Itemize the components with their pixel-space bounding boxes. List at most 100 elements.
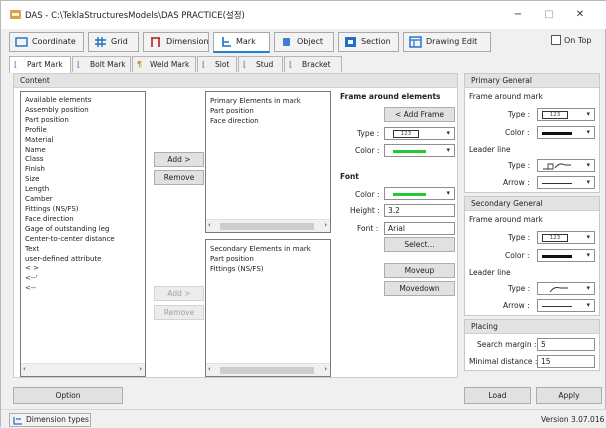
minimize-button[interactable]: − <box>506 6 530 24</box>
tab-drawing-edit[interactable]: Drawing Edit <box>403 32 491 52</box>
height-label: Height : <box>350 206 380 215</box>
list-item[interactable]: Part position <box>206 255 330 265</box>
object-icon <box>280 36 293 48</box>
list-item[interactable]: Part position <box>206 107 330 117</box>
moveup-button[interactable]: Moveup <box>384 263 455 278</box>
list-item[interactable]: < > <box>21 264 145 274</box>
list-item[interactable]: Profile <box>21 126 145 136</box>
movedown-button[interactable]: Movedown <box>384 281 455 296</box>
list-item[interactable]: Center-to-center distance <box>21 235 145 245</box>
tab-coordinate[interactable]: Coordinate <box>9 32 84 52</box>
list-item[interactable]: Available elements <box>21 96 145 106</box>
tab-grid[interactable]: Grid <box>88 32 139 52</box>
secondary-general-panel: Secondary General Frame around mark Type… <box>464 196 600 316</box>
remove-button[interactable]: Remove <box>154 170 204 185</box>
list-item[interactable]: user-defined attribute <box>21 255 145 265</box>
weld-icon: ¶ <box>137 60 143 69</box>
frame-color-select[interactable]: ▾ <box>384 144 455 157</box>
tab-dimension[interactable]: Dimension <box>143 32 209 52</box>
list-item[interactable]: <-- <box>21 284 145 294</box>
tab-section[interactable]: Section <box>338 32 399 52</box>
list-item[interactable]: Face direction <box>21 215 145 225</box>
primary-frame-type-select[interactable]: 123 ▾ <box>537 108 595 121</box>
tab-weld-mark[interactable]: ¶ Weld Mark <box>132 56 196 72</box>
list-item[interactable]: Name <box>21 146 145 156</box>
color-swatch <box>393 193 426 196</box>
load-button[interactable]: Load <box>464 387 531 404</box>
add-button-secondary[interactable]: Add > <box>154 286 204 301</box>
font-color-label: Color : <box>355 190 380 199</box>
frame-type-select[interactable]: 123 ▾ <box>384 127 455 140</box>
height-input[interactable]: 3.2 <box>384 204 455 217</box>
placing-header: Placing <box>465 320 599 334</box>
tab-bolt-mark[interactable]: ⌊ Bolt Mark <box>72 56 131 72</box>
tab-label: Section <box>361 37 391 46</box>
tab-part-mark[interactable]: ⌊ Part Mark <box>9 56 71 73</box>
maximize-button[interactable]: □ <box>537 6 561 24</box>
remove-button-secondary[interactable]: Remove <box>154 305 204 320</box>
primary-color-select[interactable]: ▾ <box>537 126 595 139</box>
font-title: Font <box>340 172 359 181</box>
horizontal-scrollbar[interactable]: ‹ › <box>206 363 330 376</box>
list-item[interactable]: Face direction <box>206 117 330 127</box>
secondary-frame-type-select[interactable]: 123 ▾ <box>537 231 595 244</box>
list-item[interactable]: Secondary Elements in mark <box>206 245 330 255</box>
leader-line-label: Leader line <box>469 268 511 277</box>
close-button[interactable]: ✕ <box>568 6 592 24</box>
available-elements-list[interactable]: Available elements Assembly position Part … <box>20 91 146 377</box>
list-item[interactable]: Part position <box>21 116 145 126</box>
list-item[interactable]: Camber <box>21 195 145 205</box>
tab-mark[interactable]: Mark <box>213 32 270 53</box>
horizontal-scrollbar[interactable]: ‹ › <box>21 363 145 376</box>
secondary-elements-list[interactable]: Secondary Elements in mark Part position F… <box>205 239 331 377</box>
font-color-select[interactable]: ▾ <box>384 187 455 200</box>
drawing-edit-icon <box>409 36 422 48</box>
minimal-distance-input[interactable]: 15 <box>537 355 595 368</box>
secondary-color-select[interactable]: ▾ <box>537 249 595 262</box>
select-font-button[interactable]: Select... <box>384 237 455 252</box>
mark-icon: ⌊ <box>289 60 293 69</box>
status-bar: Dimension types Version 3.07.016 <box>1 409 606 428</box>
secondary-arrow-select[interactable]: ▾ <box>537 299 595 312</box>
list-item[interactable]: Primary Elements in mark <box>206 97 330 107</box>
frame-around-elements-title: Frame around elements <box>340 92 441 101</box>
list-item[interactable]: Material <box>21 136 145 146</box>
secondary-leader-type-select[interactable]: ▾ <box>537 282 595 295</box>
mark-icon <box>219 36 232 48</box>
on-top-checkbox[interactable]: On Top <box>551 35 591 45</box>
tab-bracket[interactable]: ⌊ Bracket <box>284 56 342 72</box>
search-margin-input[interactable]: 5 <box>537 338 595 351</box>
list-item[interactable]: Finish <box>21 165 145 175</box>
tab-slot[interactable]: ⌊ Slot <box>197 56 237 72</box>
tab-label: Part Mark <box>27 60 63 69</box>
color-swatch <box>542 132 572 135</box>
horizontal-scrollbar[interactable]: ‹ › <box>206 219 330 232</box>
tab-stud[interactable]: ⌊ Stud <box>238 56 283 72</box>
add-button[interactable]: Add > <box>154 152 204 167</box>
primary-arrow-select[interactable]: ▾ <box>537 176 595 189</box>
tab-object[interactable]: Object <box>274 32 334 52</box>
list-item[interactable]: Gage of outstanding leg <box>21 225 145 235</box>
section-icon <box>344 36 357 48</box>
list-item[interactable]: Size <box>21 175 145 185</box>
apply-button[interactable]: Apply <box>536 387 602 404</box>
list-item[interactable]: Fittings (NS/FS) <box>206 265 330 275</box>
primary-leader-type-select[interactable]: ▾ <box>537 159 595 172</box>
list-item[interactable]: Text <box>21 245 145 255</box>
list-item[interactable]: Class <box>21 155 145 165</box>
list-item[interactable]: Assembly position <box>21 106 145 116</box>
leader-type-label: Type : <box>508 284 531 293</box>
font-input[interactable]: Arial <box>384 222 455 235</box>
app-window: DAS - C:\TeklaStructuresModels\DAS PRACT… <box>0 0 606 428</box>
tab-label: Coordinate <box>32 37 76 46</box>
list-item[interactable]: Length <box>21 185 145 195</box>
dimension-types-button[interactable]: Dimension types <box>9 413 91 427</box>
add-frame-button[interactable]: < Add Frame <box>384 107 455 122</box>
title-bar: DAS - C:\TeklaStructuresModels\DAS PRACT… <box>1 1 606 29</box>
option-button[interactable]: Option <box>13 387 123 404</box>
list-item[interactable]: <--' <box>21 274 145 284</box>
list-item[interactable]: Fittings (NS/FS) <box>21 205 145 215</box>
color-label: Color : <box>505 251 530 260</box>
frame-type-symbol: 123 <box>542 111 568 119</box>
primary-elements-list[interactable]: Primary Elements in mark Part position Fac… <box>205 91 331 233</box>
